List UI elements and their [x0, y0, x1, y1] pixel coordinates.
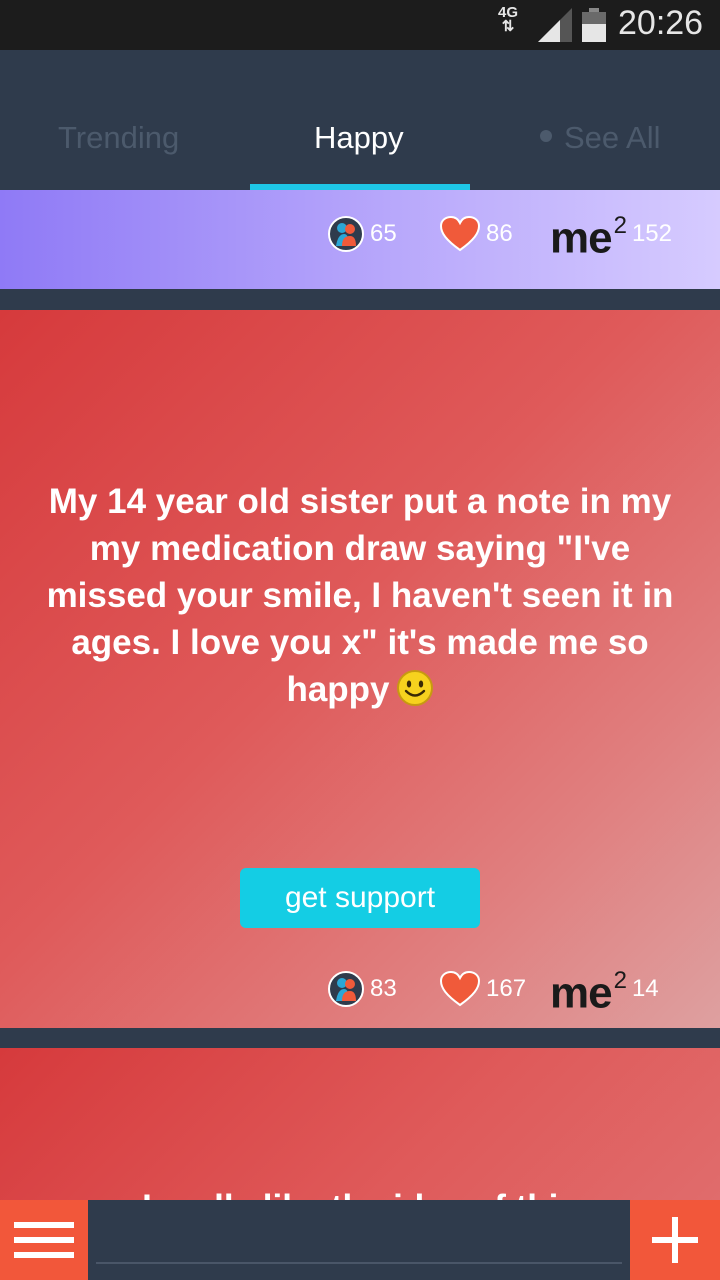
tab-see-all-label: See All [564, 120, 661, 155]
heart-icon [440, 971, 480, 1007]
smiley-emoji-icon [396, 669, 433, 706]
me2-count: 14 [631, 975, 659, 1002]
status-bar: 4G ⇅ 20:26 [0, 0, 720, 50]
hamburger-line [14, 1222, 74, 1228]
me2-sup: 2 [613, 211, 627, 239]
like-count: 86 [486, 220, 513, 247]
plus-icon [672, 1217, 678, 1263]
clock: 20:26 [618, 4, 704, 42]
post-card: 65 86 me2 152 [0, 190, 720, 289]
me2-logo: me2 [550, 208, 627, 263]
tab-trending[interactable]: Trending [58, 120, 179, 156]
me2-sup: 2 [613, 966, 627, 994]
me2-text: me [550, 213, 613, 263]
like-stat[interactable]: 167 [440, 967, 526, 1011]
battery-icon [582, 8, 606, 42]
hamburger-line [14, 1237, 74, 1243]
hug-stat[interactable]: 65 [328, 212, 397, 256]
hug-count: 65 [370, 220, 397, 247]
hug-count: 83 [370, 975, 397, 1002]
card-separator [0, 289, 720, 310]
hamburger-line [14, 1252, 74, 1258]
me2-text: me [550, 968, 613, 1018]
card-separator [0, 1028, 720, 1048]
menu-button[interactable] [0, 1200, 88, 1280]
post-stats: 65 86 me2 152 [328, 212, 698, 260]
like-count: 167 [486, 975, 527, 1002]
get-support-button[interactable]: get support [240, 868, 480, 928]
post-text: My 14 year old sister put a note in my m… [40, 478, 680, 713]
me2-logo: me2 [550, 963, 627, 1018]
me2-stat[interactable]: me2 152 [550, 212, 672, 260]
dot-icon [540, 129, 552, 142]
bottom-bar [0, 1200, 720, 1280]
tab-happy[interactable]: Happy [314, 120, 404, 156]
tab-bar: Trending Happy See All [0, 50, 720, 190]
signal-icon [538, 8, 572, 42]
post-input[interactable] [96, 1210, 622, 1264]
add-post-button[interactable] [630, 1200, 720, 1280]
tab-see-all[interactable]: See All [540, 120, 661, 156]
heart-icon [440, 216, 480, 252]
hug-icon [328, 971, 364, 1007]
me2-stat[interactable]: me2 14 [550, 967, 659, 1015]
post-body: My 14 year old sister put a note in my m… [46, 482, 674, 709]
hug-stat[interactable]: 83 [328, 967, 397, 1011]
data-arrows-icon: ⇅ [501, 18, 515, 35]
post-card: My 14 year old sister put a note in my m… [0, 310, 720, 1028]
me2-count: 152 [631, 220, 672, 247]
network-indicator: 4G ⇅ [494, 5, 522, 35]
hug-icon [328, 216, 364, 252]
post-stats: 83 167 me2 14 [328, 967, 698, 1015]
like-stat[interactable]: 86 [440, 212, 513, 256]
